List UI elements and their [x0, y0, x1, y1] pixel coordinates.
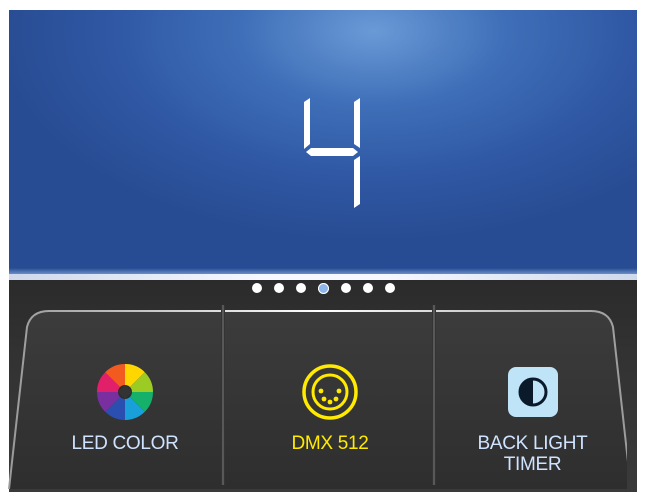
page-dot[interactable] [252, 283, 262, 293]
dmx-connector-icon [301, 363, 359, 421]
page-dot[interactable] [274, 283, 284, 293]
page-dot[interactable] [341, 283, 351, 293]
color-wheel-icon [96, 363, 154, 421]
panel-divider [221, 305, 225, 485]
back-light-timer-button[interactable]: BACK LIGHT TIMER [440, 301, 625, 481]
back-light-timer-label: BACK LIGHT TIMER [440, 433, 625, 475]
led-color-button[interactable]: LED COLOR [30, 301, 220, 481]
back-light-label-line2: TIMER [503, 454, 562, 475]
page-dot[interactable] [385, 283, 395, 293]
back-light-label-line1: BACK LIGHT [477, 433, 588, 454]
page-indicator[interactable] [252, 280, 395, 296]
panel-divider [432, 305, 436, 485]
led-color-label: LED COLOR [71, 433, 179, 454]
page-dot-active[interactable] [318, 282, 329, 294]
dmx-512-label: DMX 512 [291, 433, 369, 454]
seven-segment-digit [304, 98, 360, 208]
dmx-512-button[interactable]: DMX 512 [230, 301, 430, 481]
page-dot[interactable] [296, 283, 306, 293]
display-screen: 4 [9, 10, 637, 274]
contrast-icon [504, 363, 562, 421]
page-dot[interactable] [363, 283, 373, 293]
